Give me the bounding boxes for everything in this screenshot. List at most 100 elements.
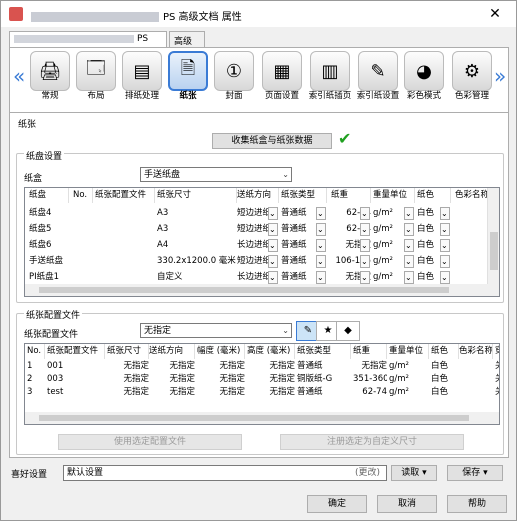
ok-button[interactable]: 确定 (307, 495, 367, 513)
vertical-scrollbar[interactable] (487, 188, 499, 286)
cancel-button[interactable]: 取消 (377, 495, 437, 513)
table-cell (73, 206, 93, 221)
table-row[interactable]: 纸盘4 A3 短边进纸 ⌄ 普通纸 ⌄ 62-74 ⌄ g/m² ⌄ 白色 ⌄ (25, 206, 499, 221)
column-header[interactable]: 纸重 (353, 344, 387, 359)
column-header[interactable]: 纸张配置文件 (95, 188, 155, 203)
checkmark-icon: ✔ (338, 129, 352, 148)
column-header[interactable]: 纸盘 (29, 188, 69, 203)
scroll-thumb[interactable] (39, 415, 469, 421)
toolbar-item[interactable]: ① 封面 (212, 51, 256, 111)
chevron-down-icon[interactable]: ⌄ (360, 207, 370, 220)
horizontal-scrollbar[interactable] (25, 284, 499, 296)
chevron-down-icon[interactable]: ⌄ (440, 255, 450, 268)
table-row[interactable]: 纸盘6 A4 长边进纸 ⌄ 普通纸 ⌄ 无指定 ⌄ g/m² ⌄ 白色 ⌄ (25, 238, 499, 253)
chevron-down-icon[interactable]: ⌄ (360, 239, 370, 252)
chevron-down-icon[interactable]: ⌄ (268, 255, 278, 268)
use-profile-button[interactable]: 使用选定配置文件 (58, 434, 242, 450)
column-header[interactable]: 幅度 (毫米) (197, 344, 245, 359)
chevron-down-icon[interactable]: ⌄ (316, 239, 326, 252)
table-cell: 关闭 (495, 373, 499, 386)
chevron-down-icon[interactable]: ⌄ (316, 271, 326, 284)
table-row[interactable]: 纸盘5 A3 短边进纸 ⌄ 普通纸 ⌄ 62-74 ⌄ g/m² ⌄ 白色 ⌄ (25, 222, 499, 237)
toolbar-item[interactable]: ⚙ 色彩管理 (450, 51, 494, 111)
chevron-down-icon[interactable]: ⌄ (440, 271, 450, 284)
scroll-thumb[interactable] (490, 232, 498, 270)
chevron-down-icon[interactable]: ⌄ (316, 207, 326, 220)
chevron-down-icon[interactable]: ⌄ (316, 223, 326, 236)
scroll-thumb[interactable] (39, 287, 449, 293)
toolbar-item[interactable]: ▤ 排纸处理 (120, 51, 164, 111)
toolbar-item[interactable]: ✎ 索引纸设置 (356, 51, 400, 111)
tab-ps[interactable]: PS (9, 31, 167, 48)
scroll-right-icon[interactable]: » (494, 64, 506, 88)
chevron-down-icon[interactable]: ⌄ (268, 223, 278, 236)
table-cell (459, 373, 493, 386)
column-header[interactable]: 纸张尺寸 (157, 188, 237, 203)
register-custom-size-button[interactable]: 注册选定为自定义尺寸 (280, 434, 464, 450)
column-header[interactable]: 纸色 (417, 188, 451, 203)
help-button[interactable]: 帮助 (447, 495, 507, 513)
table-row[interactable]: 1001无指定无指定无指定无指定普通纸无指定g/m²白色关闭 (25, 360, 499, 373)
column-header[interactable]: No. (27, 344, 45, 359)
column-header[interactable]: 送纸方向 (237, 188, 279, 203)
chevron-down-icon[interactable]: ⌄ (404, 207, 414, 220)
toolbar-item[interactable]: ▦ 页面设置 (260, 51, 304, 111)
chevron-down-icon[interactable]: ⌄ (268, 207, 278, 220)
chevron-down-icon[interactable]: ⌄ (404, 223, 414, 236)
column-header[interactable]: 穿孔 (495, 344, 499, 359)
column-header[interactable]: 纸重 (331, 188, 371, 203)
favorites-label: 喜好设置 (11, 470, 48, 480)
favorites-field[interactable]: 默认设置 (更改) (63, 465, 387, 481)
column-header[interactable]: 送纸方向 (149, 344, 195, 359)
chevron-down-icon[interactable]: ⌄ (440, 207, 450, 220)
chevron-down-icon[interactable]: ⌄ (360, 271, 370, 284)
profile-select[interactable]: 无指定 ⌄ (140, 323, 292, 338)
column-header[interactable]: 纸张配置文件 (47, 344, 105, 359)
tray-settings-title: 纸盘设置 (24, 149, 65, 162)
column-header[interactable]: 纸张类型 (281, 188, 327, 203)
chevron-down-icon[interactable]: ⌄ (268, 239, 278, 252)
column-header[interactable]: 纸张类型 (297, 344, 351, 359)
toolbar-item-label: 索引纸插页 (308, 91, 352, 101)
toolbar-item[interactable]: ◕ 彩色模式 (402, 51, 446, 111)
table-cell: 1 (27, 361, 33, 371)
chevron-down-icon[interactable]: ⌄ (268, 271, 278, 284)
chevron-down-icon[interactable]: ⌄ (360, 255, 370, 268)
column-header[interactable]: 纸色 (431, 344, 459, 359)
column-header[interactable]: 高度 (毫米) (247, 344, 295, 359)
table-row[interactable]: 3test无指定无指定无指定无指定普通纸62-74g/m²白色关闭 (25, 386, 499, 399)
horizontal-scrollbar[interactable] (25, 412, 499, 424)
scroll-left-icon[interactable]: « (13, 64, 25, 88)
chevron-down-icon[interactable]: ⌄ (440, 223, 450, 236)
column-header[interactable]: No. (73, 188, 93, 203)
profile-table: No. 纸张配置文件 纸张尺寸 送纸方向 幅度 (毫米) 高度 (毫米) 纸张类型 纸重 重量单… (24, 343, 500, 425)
chevron-down-icon[interactable]: ⌄ (316, 255, 326, 268)
table-cell (73, 270, 93, 285)
tab-advanced[interactable]: 高级 (169, 31, 205, 47)
toolbar-item-label: 索引纸设置 (356, 91, 400, 101)
chevron-down-icon[interactable]: ⌄ (440, 239, 450, 252)
tray-select[interactable]: 手送纸盘 ⌄ (140, 167, 292, 182)
chevron-down-icon[interactable]: ⌄ (360, 223, 370, 236)
column-header[interactable]: 纸张尺寸 (107, 344, 149, 359)
save-button[interactable]: 保存 ▾ (447, 465, 503, 481)
collect-tray-data-button[interactable]: 收集纸盒与纸张数据 (212, 133, 332, 149)
profile-section-title: 纸张配置文件 (24, 308, 83, 321)
toolbar-item[interactable]: ▥ 索引纸插页 (308, 51, 352, 111)
column-header[interactable]: 重量单位 (389, 344, 429, 359)
column-header[interactable]: 重量单位 (373, 188, 415, 203)
toolbar-item[interactable]: 🗔 布局 (74, 51, 118, 111)
toolbar-item[interactable]: 🗎 纸张 (166, 51, 210, 111)
chevron-down-icon[interactable]: ⌄ (404, 271, 414, 284)
close-icon[interactable]: ✕ (482, 5, 508, 23)
table-cell: 纸盘5 (29, 224, 52, 234)
table-row[interactable]: 手送纸盘 330.2x1200.0 毫米 短边进纸 ⌄ 普通纸 ⌄ 106-135 ⌄ g/m²… (25, 254, 499, 269)
read-button[interactable]: 读取 ▾ (391, 465, 437, 481)
chevron-down-icon[interactable]: ⌄ (404, 255, 414, 268)
column-header[interactable]: 色彩名称 (459, 344, 493, 359)
tag-icon[interactable]: ◆ (336, 321, 360, 341)
toolbar-item[interactable]: 🖨 常规 (28, 51, 72, 111)
table-row[interactable]: 2003无指定无指定无指定无指定铜版纸-G351-360g/m²白色关闭 (25, 373, 499, 386)
chevron-down-icon[interactable]: ⌄ (404, 239, 414, 252)
table-row[interactable]: PI纸盘1 自定义 长边进纸 ⌄ 普通纸 ⌄ 无指定 ⌄ g/m² ⌄ 白色 ⌄ (25, 270, 499, 285)
